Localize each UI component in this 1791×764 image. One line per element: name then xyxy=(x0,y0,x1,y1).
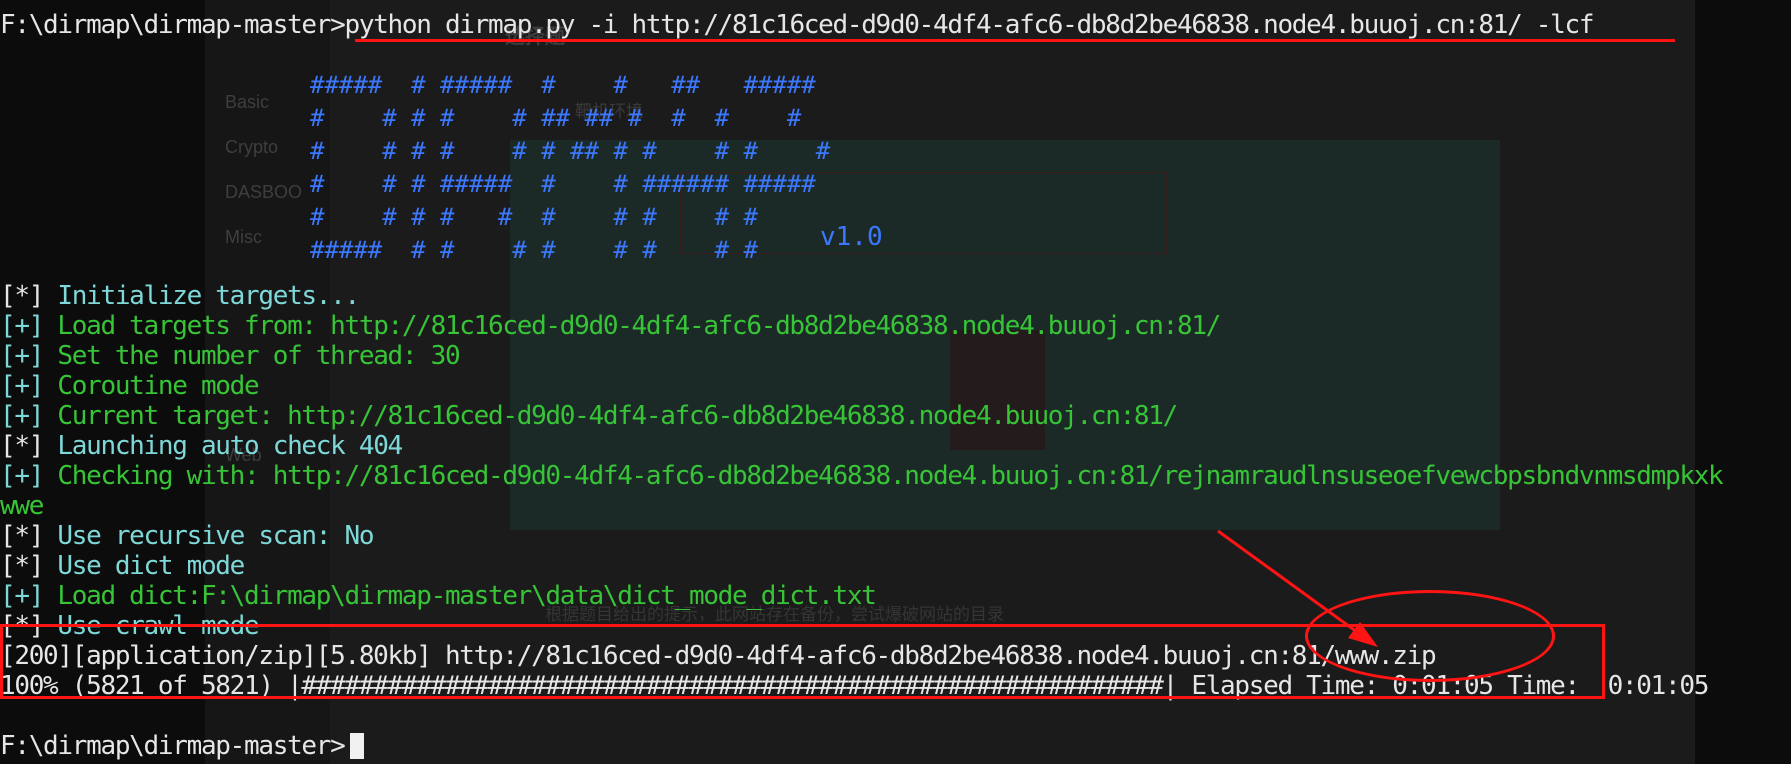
arrow-head xyxy=(1348,622,1378,647)
arrow-line xyxy=(1217,529,1369,642)
arrow-annotation xyxy=(1217,529,1378,647)
